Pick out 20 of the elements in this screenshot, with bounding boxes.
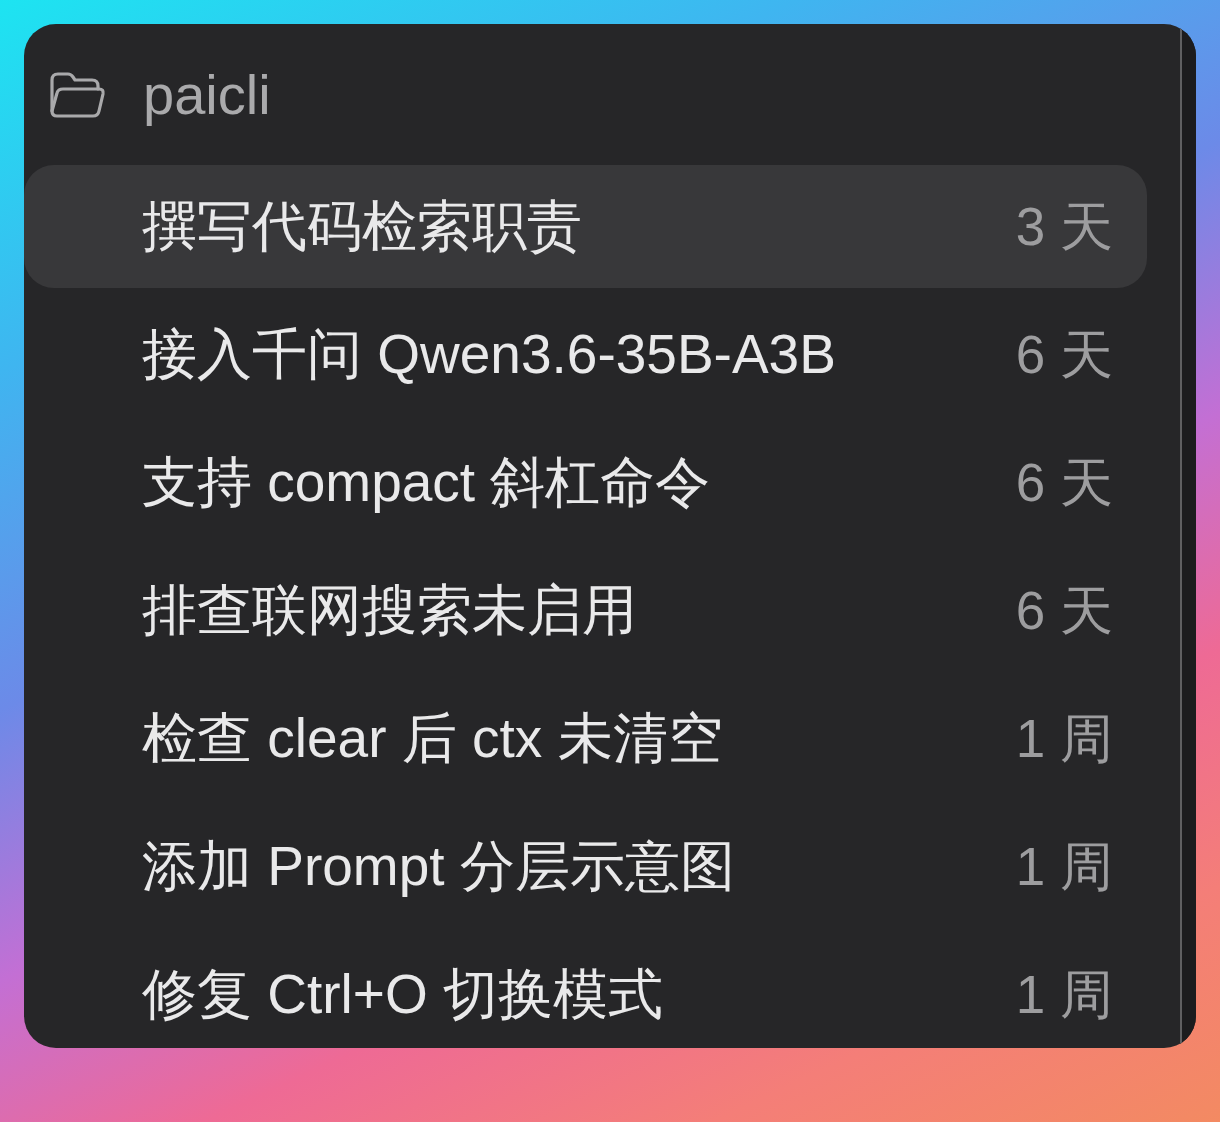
relative-time: 6 天	[1015, 328, 1113, 381]
conversation-title: 修复 Ctrl+O 切换模式	[142, 967, 663, 1022]
conversation-item[interactable]: 修复 Ctrl+O 切换模式 1 周	[24, 933, 1147, 1048]
relative-time: 3 天	[1015, 200, 1113, 253]
relative-time: 1 周	[1015, 840, 1113, 893]
conversation-item[interactable]: 撰写代码检索职责 3 天	[24, 165, 1147, 288]
relative-time: 6 天	[1015, 456, 1113, 509]
conversation-item[interactable]: 检查 clear 后 ctx 未清空 1 周	[24, 677, 1147, 800]
conversation-title: 撰写代码检索职责	[142, 199, 582, 254]
relative-time: 6 天	[1015, 584, 1113, 637]
relative-time: 1 周	[1015, 968, 1113, 1021]
conversation-item[interactable]: 排查联网搜索未启用 6 天	[24, 549, 1147, 672]
conversation-title: 接入千问 Qwen3.6-35B-A3B	[142, 327, 836, 382]
folder-icon	[48, 70, 106, 119]
conversation-item[interactable]: 接入千问 Qwen3.6-35B-A3B 6 天	[24, 293, 1147, 416]
conversation-item[interactable]: 支持 compact 斜杠命令 6 天	[24, 421, 1147, 544]
conversation-title: 排查联网搜索未启用	[142, 583, 637, 638]
conversation-title: 检查 clear 后 ctx 未清空	[142, 711, 723, 766]
conversation-item[interactable]: 添加 Prompt 分层示意图 1 周	[24, 805, 1147, 928]
relative-time: 1 周	[1015, 712, 1113, 765]
